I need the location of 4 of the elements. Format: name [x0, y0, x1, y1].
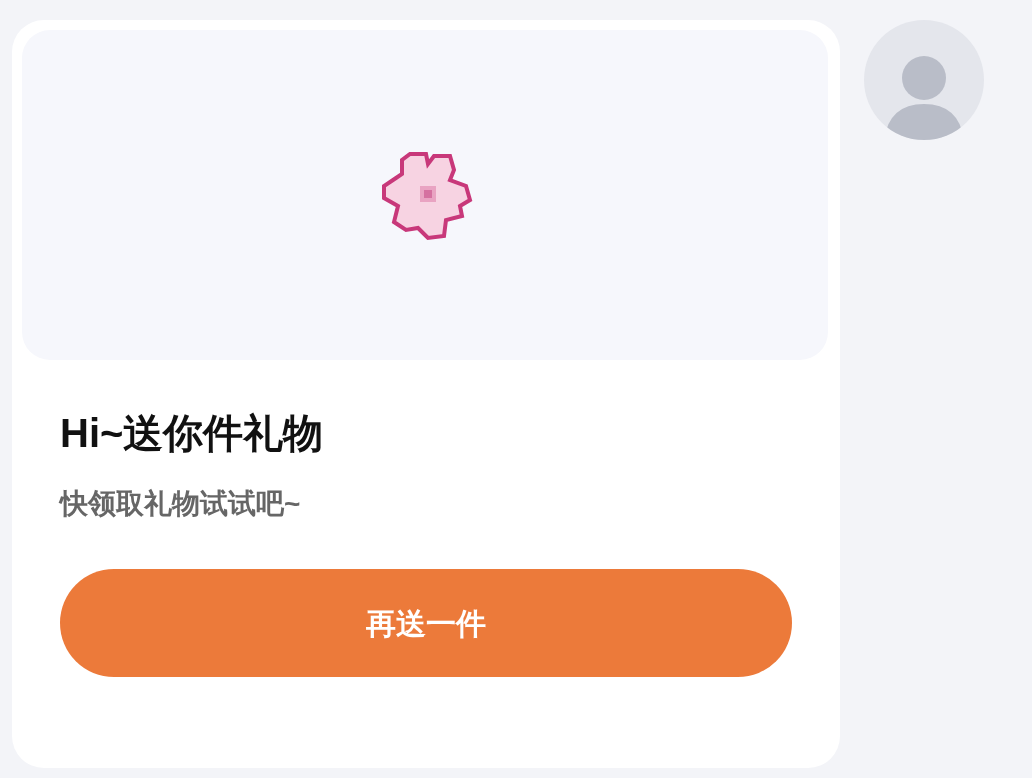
message-title: Hi~送你件礼物 [60, 410, 325, 457]
send-another-button[interactable]: 再送一件 [60, 569, 792, 677]
sakura-flower-icon [380, 150, 474, 242]
message-subtitle: 快领取礼物试试吧~ [60, 487, 302, 521]
